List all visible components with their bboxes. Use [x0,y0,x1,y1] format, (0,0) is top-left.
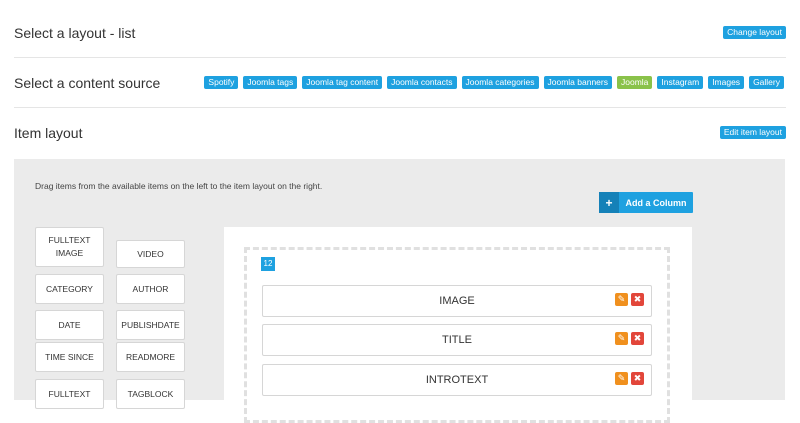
source-gallery-button[interactable]: Gallery [749,76,784,89]
source-instagram-button[interactable]: Instagram [657,76,704,89]
source-joomla-button[interactable]: Joomla [616,76,653,89]
column-size-badge: 12 [261,257,275,271]
source-joomla-banners-button[interactable]: Joomla banners [543,76,612,89]
layout-item-label: TITLE [442,334,472,346]
item-layout-title: Item layout [14,125,83,141]
available-item[interactable]: TAGBLOCK [116,379,185,409]
available-item[interactable]: TIME SINCE [35,342,104,372]
available-item[interactable]: FULLTEXT IMAGE [35,227,104,267]
layout-item-label: IMAGE [439,295,475,307]
divider [14,57,786,58]
close-icon[interactable]: ✖ [631,372,644,385]
layout-item-row[interactable]: IMAGE ✎ ✖ [262,285,652,317]
layout-item-row[interactable]: TITLE ✎ ✖ [262,324,652,356]
item-layout-panel: Drag items from the available items on t… [14,159,785,423]
add-column-label: Add a Column [625,197,687,208]
layout-item-row[interactable]: INTROTEXT ✎ ✖ [262,364,652,396]
close-icon[interactable]: ✖ [631,332,644,345]
layout-section-title: Select a layout - list [14,25,136,41]
plus-icon: + [599,192,619,213]
layout-item-label: INTROTEXT [425,374,489,386]
source-images-button[interactable]: Images [708,76,745,89]
source-joomla-contacts-button[interactable]: Joomla contacts [387,76,457,89]
pencil-icon[interactable]: ✎ [615,293,628,306]
source-spotify-button[interactable]: Spotify [204,76,239,89]
available-item[interactable]: AUTHOR [116,274,185,304]
add-column-button[interactable]: + Add a Column [599,192,693,213]
available-item[interactable]: VIDEO [116,240,185,268]
edit-item-layout-button[interactable]: Edit item layout [719,126,786,139]
close-icon[interactable]: ✖ [631,293,644,306]
available-item[interactable]: DATE [35,310,104,340]
content-source-list: Spotify Joomla tags Joomla tag content J… [204,76,784,89]
source-joomla-tag-content-button[interactable]: Joomla tag content [302,76,383,89]
content-source-title: Select a content source [14,75,161,91]
pencil-icon[interactable]: ✎ [615,372,628,385]
available-item[interactable]: READMORE [116,342,185,372]
pencil-icon[interactable]: ✎ [615,332,628,345]
available-item[interactable]: FULLTEXT [35,379,104,409]
source-joomla-categories-button[interactable]: Joomla categories [461,76,539,89]
available-item[interactable]: PUBLISHDATE [116,310,185,340]
change-layout-button[interactable]: Change layout [723,26,786,39]
divider [14,107,786,108]
drag-hint: Drag items from the available items on t… [35,181,323,191]
source-joomla-tags-button[interactable]: Joomla tags [243,76,298,89]
available-item[interactable]: CATEGORY [35,274,104,304]
